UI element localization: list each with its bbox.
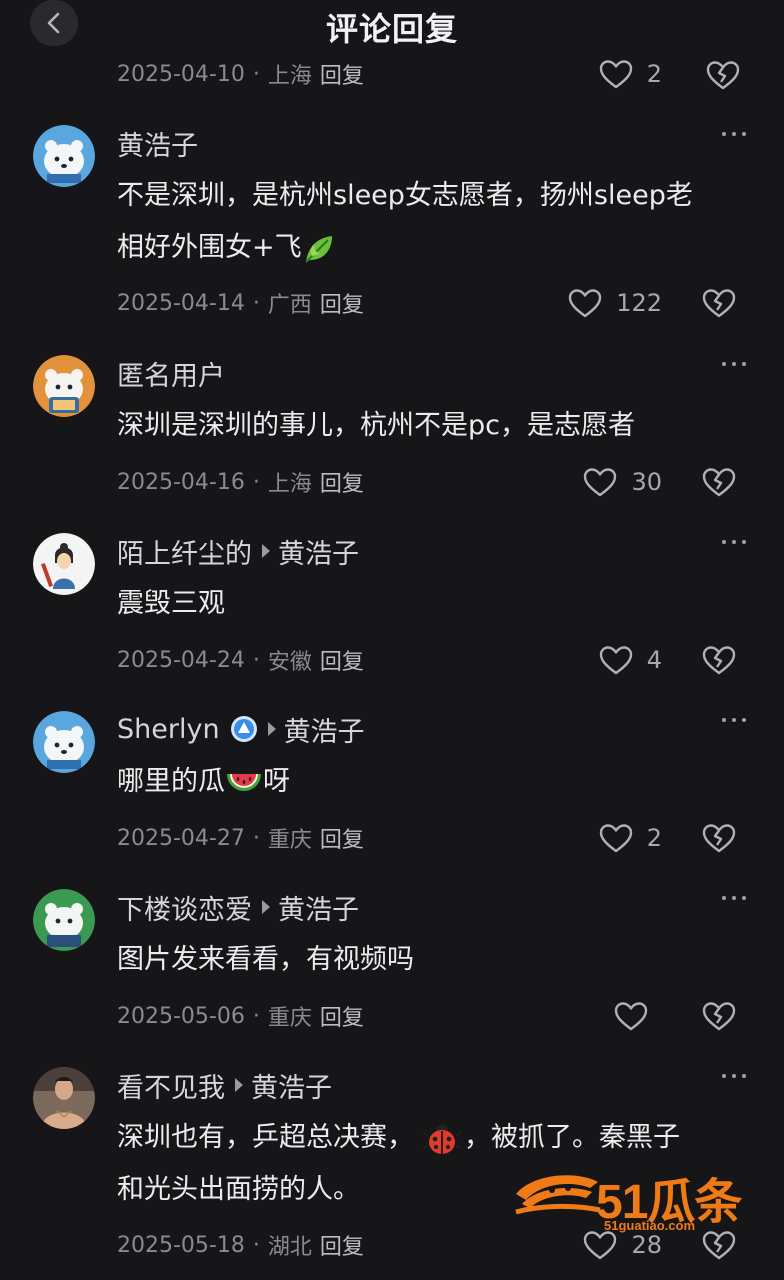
comment-text: 深圳是深圳的事儿，杭州不是pc，是志愿者 <box>117 400 757 452</box>
like-count: 122 <box>616 289 662 317</box>
broken-heart-icon[interactable] <box>702 999 736 1033</box>
broken-heart-icon[interactable] <box>706 58 740 92</box>
reply-button[interactable]: 回复 <box>320 58 364 90</box>
comment-line: 呀 <box>263 766 290 797</box>
broken-heart-icon[interactable] <box>702 286 736 320</box>
heart-icon <box>599 60 632 89</box>
comment-author-row: 匿名用户 <box>117 354 225 393</box>
reply-to-name[interactable]: 黄浩子 <box>278 532 359 571</box>
comment-line: ，被抓了。秦黑子 <box>464 1122 680 1153</box>
comment-line: 深圳也有，乒超总决赛， <box>117 1122 414 1153</box>
comment-text: 哪里的瓜 呀 <box>117 756 757 808</box>
heart-icon <box>568 289 602 318</box>
separator: · <box>252 61 260 87</box>
comment-line: 图片发来看看，有视频吗 <box>117 944 414 975</box>
author-name[interactable]: Sherlyn <box>117 714 220 745</box>
comment-text: 不是深圳，是杭州sleep女志愿者，扬州sleep老 相好外围女+飞 <box>117 170 757 274</box>
avatar[interactable] <box>33 355 95 417</box>
comment-author-row: Sherlyn 黄浩子 <box>117 710 365 749</box>
reply-to-name[interactable]: 黄浩子 <box>251 1066 332 1105</box>
avatar[interactable] <box>33 533 95 595</box>
header: 评论回复 <box>0 0 784 50</box>
reply-arrow-icon <box>262 544 270 558</box>
comment-text: 震毁三观 <box>117 578 757 630</box>
comment-author-row: 看不见我 黄浩子 <box>117 1066 332 1105</box>
comment-location: 上海 <box>267 64 312 89</box>
watermelon-emoji <box>227 773 261 791</box>
comment-line: 相好外围女+飞 <box>117 232 302 263</box>
author-name[interactable]: 陌上纤尘的 <box>117 532 252 571</box>
avatar[interactable] <box>33 711 95 773</box>
heart-icon <box>599 824 632 853</box>
more-icon[interactable] <box>722 1071 746 1081</box>
like-count: 30 <box>631 468 662 496</box>
watermark-logo: 51瓜条 51guatiao.com <box>512 1160 762 1236</box>
comment-author-row: 陌上纤尘的 黄浩子 <box>117 532 359 571</box>
reply-to-name[interactable]: 黄浩子 <box>278 888 359 927</box>
comment-line-wrap: 相好外围女+飞 <box>117 222 757 274</box>
like-button[interactable]: 30 <box>583 465 662 499</box>
comment-line: 不是深圳，是杭州sleep女志愿者，扬州sleep老 <box>117 180 693 211</box>
watermelon-logo-icon <box>515 1175 601 1215</box>
comment-line-wrap: 深圳也有，乒超总决赛， ，被抓了。秦黑子 <box>117 1112 757 1164</box>
avatar[interactable] <box>33 125 95 187</box>
comment-meta: 2025-04-10 · 上海 回复 2 <box>117 54 784 94</box>
like-button[interactable] <box>614 999 648 1033</box>
heart-icon <box>614 1002 648 1031</box>
more-icon[interactable] <box>722 715 746 725</box>
like-count: 2 <box>646 824 662 852</box>
heart-icon <box>584 468 617 497</box>
avatar[interactable] <box>33 889 95 951</box>
verified-badge-icon <box>230 716 257 742</box>
reply-to-name[interactable]: 黄浩子 <box>284 710 365 749</box>
like-count: 4 <box>646 646 662 674</box>
comment-line: 哪里的瓜 <box>117 766 225 797</box>
comment-text: 图片发来看看，有视频吗 <box>117 934 757 986</box>
more-icon[interactable] <box>722 893 746 903</box>
like-button[interactable]: 2 <box>599 821 662 855</box>
leaf-emoji <box>304 235 332 263</box>
ladybug-emoji <box>422 1123 462 1154</box>
reply-arrow-icon <box>235 1078 243 1092</box>
author-name[interactable]: 匿名用户 <box>117 354 225 393</box>
broken-heart-icon[interactable] <box>702 465 736 499</box>
heart-icon <box>599 646 632 675</box>
like-count: 2 <box>646 60 662 88</box>
reaction-row: 4 <box>0 640 784 680</box>
reply-arrow-icon <box>267 722 276 736</box>
comment-author-row: 下楼谈恋爱 黄浩子 <box>117 888 359 927</box>
comment-date: 2025-04-10 <box>117 61 245 87</box>
reaction-row: 122 <box>0 283 784 323</box>
comment-line-wrap: 哪里的瓜 呀 <box>117 756 757 808</box>
like-button[interactable]: 4 <box>599 643 662 677</box>
comment-line: 深圳是深圳的事儿，杭州不是pc，是志愿者 <box>117 410 635 441</box>
broken-heart-icon[interactable] <box>702 643 736 677</box>
page-title: 评论回复 <box>325 10 458 48</box>
comment-line: 震毁三观 <box>117 588 225 619</box>
broken-heart-icon[interactable] <box>702 821 736 855</box>
reaction-row <box>0 996 784 1036</box>
more-icon[interactable] <box>722 129 746 139</box>
more-icon[interactable] <box>722 537 746 547</box>
watermark-url: 51guatiao.com <box>604 1218 696 1233</box>
reply-arrow-icon <box>262 900 270 914</box>
author-name[interactable]: 下楼谈恋爱 <box>117 888 252 927</box>
like-button[interactable]: 2 <box>599 54 662 94</box>
comment-author-row: 黄浩子 <box>117 124 198 163</box>
avatar[interactable] <box>33 1067 95 1129</box>
like-button[interactable]: 122 <box>568 286 662 320</box>
reaction-row: 2 <box>0 818 784 858</box>
reaction-row: 30 <box>0 462 784 502</box>
author-name[interactable]: 看不见我 <box>117 1066 225 1105</box>
comment-reply-screen: 评论回复 2025-04-10 · 上海 回复 2 黄浩子 不是深圳，是杭州sl… <box>0 0 784 1280</box>
author-name[interactable]: 黄浩子 <box>117 124 198 163</box>
more-icon[interactable] <box>722 359 746 369</box>
